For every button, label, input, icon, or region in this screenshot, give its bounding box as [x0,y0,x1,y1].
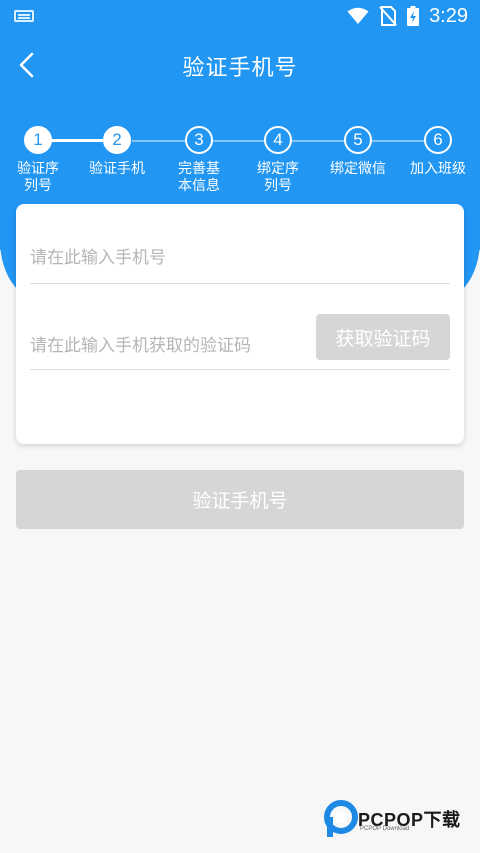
page-title: 验证手机号 [182,56,298,81]
phone-input[interactable] [30,234,450,282]
top-app-bar: 验证手机号 [0,40,480,90]
step-label: 完善基 本信息 [178,161,220,194]
verification-code-input[interactable] [30,331,310,361]
step-label: 绑定序 列号 [257,161,299,194]
step-1: 1 验证序 列号 [0,126,78,195]
step-label: 加入班级 [410,161,466,177]
pcpop-logo-icon [324,800,358,837]
step-6: 6 加入班级 [398,126,478,178]
step-5: 5 绑定微信 [318,126,398,178]
watermark-subtext: PCPOP Download [360,826,410,832]
step-label: 验证序 列号 [17,161,59,194]
wifi-icon [347,7,369,24]
no-sim-icon [379,6,397,26]
code-field: 获取验证码 [30,314,450,370]
step-number: 2 [103,126,131,154]
watermark: PCPOP下载 PCPOP Download [324,800,474,840]
step-number: 4 [264,126,292,154]
phone-field [30,234,450,284]
step-number: 6 [424,126,452,154]
keyboard-icon [14,10,34,22]
phone-verification-card: 获取验证码 [16,204,464,444]
get-code-button[interactable]: 获取验证码 [316,314,450,360]
step-number: 5 [344,126,372,154]
step-label: 验证手机 [89,161,145,177]
step-2: 2 验证手机 [77,126,157,178]
status-time: 3:29 [429,4,468,27]
step-3: 3 完善基 本信息 [159,126,239,195]
verify-phone-button[interactable]: 验证手机号 [16,470,464,529]
battery-charging-icon [407,6,420,26]
step-label: 绑定微信 [330,161,386,177]
step-number: 3 [185,126,213,154]
step-number: 1 [24,126,52,154]
step-4: 4 绑定序 列号 [238,126,318,195]
progress-stepper: 1 验证序 列号 2 验证手机 3 完善基 本信息 4 绑定序 列号 5 绑定微信 6… [0,126,480,206]
status-bar: 3:29 [0,0,480,32]
